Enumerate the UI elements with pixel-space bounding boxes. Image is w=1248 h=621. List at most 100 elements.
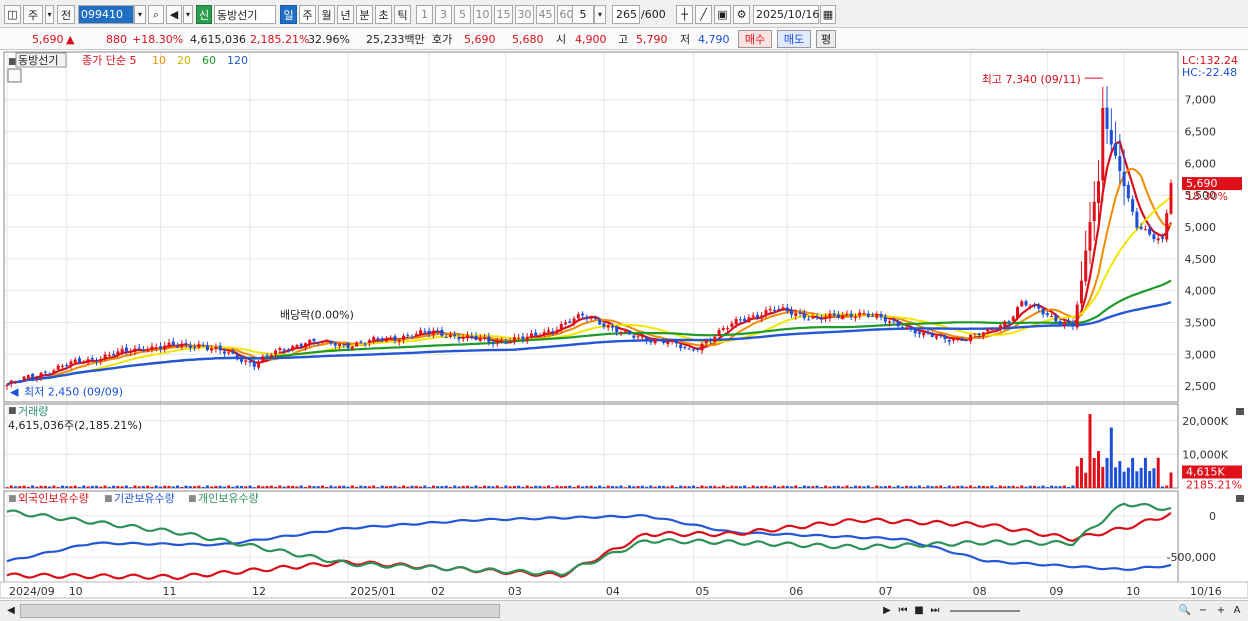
candle-body bbox=[794, 313, 798, 316]
save-icon[interactable]: ▣ bbox=[714, 5, 731, 24]
candle-body bbox=[546, 330, 550, 332]
period-second[interactable]: 초 bbox=[375, 5, 392, 24]
interval-30[interactable]: 30 bbox=[515, 5, 534, 24]
sell-button[interactable]: 매도 bbox=[777, 30, 811, 48]
scroll-right-icon[interactable]: ▶ bbox=[880, 604, 894, 618]
volume-menu-icon: ■ bbox=[8, 406, 17, 416]
interval-3[interactable]: 3 bbox=[435, 5, 452, 24]
volume-bar bbox=[141, 486, 145, 488]
zoom-out-icon[interactable]: − bbox=[1196, 604, 1210, 618]
holdings-tick-label: -500,000 bbox=[1167, 551, 1216, 564]
period-year[interactable]: 년 bbox=[337, 5, 354, 24]
count-total: /600 bbox=[641, 8, 666, 21]
volume-bar bbox=[39, 485, 43, 488]
candle-body bbox=[393, 336, 397, 341]
candle-body bbox=[350, 346, 354, 350]
candle-body bbox=[606, 325, 610, 328]
search-icon[interactable]: ⌕ bbox=[148, 5, 164, 24]
candle-body bbox=[649, 339, 653, 343]
volume-bar bbox=[755, 486, 759, 488]
volume-bar bbox=[875, 485, 879, 488]
code-input[interactable]: 099410 bbox=[78, 5, 134, 24]
volume-bar bbox=[1131, 457, 1135, 488]
volume-bar bbox=[581, 486, 585, 488]
candle-body bbox=[120, 348, 124, 353]
period-tick[interactable]: 틱 bbox=[394, 5, 411, 24]
candle-body bbox=[559, 324, 563, 331]
volume-bar bbox=[687, 486, 691, 488]
interval-dropdown-icon[interactable]: ▾ bbox=[594, 5, 606, 24]
volume-bar bbox=[568, 485, 572, 488]
first-page-icon[interactable]: ⏮ bbox=[896, 604, 910, 618]
interval-45[interactable]: 45 bbox=[536, 5, 555, 24]
date-input[interactable]: 2025/10/16 bbox=[753, 5, 819, 24]
period-day[interactable]: 일 bbox=[280, 5, 297, 24]
buy-button[interactable]: 매수 bbox=[738, 30, 772, 48]
candle-body bbox=[1169, 183, 1173, 214]
volume-bar bbox=[871, 487, 875, 488]
volume-bar bbox=[760, 485, 764, 488]
volume-bar bbox=[291, 485, 295, 488]
candle-icon[interactable]: ┼ bbox=[676, 5, 693, 24]
volume-bar bbox=[414, 485, 418, 488]
candle-body bbox=[841, 315, 845, 320]
stop-icon[interactable]: ■ bbox=[912, 604, 926, 618]
candle-body bbox=[653, 339, 657, 344]
volume-bar bbox=[610, 486, 614, 488]
date-tick-label: 08 bbox=[973, 585, 987, 598]
scroll-left-icon[interactable]: ◀ bbox=[4, 604, 18, 618]
volume-bar bbox=[572, 486, 576, 488]
zoom-in-icon[interactable]: + bbox=[1214, 604, 1228, 618]
candle-body bbox=[811, 316, 815, 319]
toolbar: ◫ 주 ▾ 전 099410 ▾ ⌕ ◀ ▾ 신 동방선기 일 주 월 년 분 … bbox=[0, 0, 1248, 28]
candle-body bbox=[1092, 201, 1096, 222]
interval-10[interactable]: 10 bbox=[473, 5, 492, 24]
period-week[interactable]: 주 bbox=[299, 5, 316, 24]
interval-15[interactable]: 15 bbox=[494, 5, 513, 24]
candle-body bbox=[384, 337, 388, 342]
auto-scale-icon[interactable]: A bbox=[1230, 604, 1244, 618]
candle-body bbox=[670, 339, 674, 341]
volume-bar bbox=[112, 485, 116, 488]
volume-bar bbox=[308, 485, 312, 488]
market-dropdown-icon[interactable]: ▾ bbox=[45, 5, 54, 24]
candle-body bbox=[879, 314, 883, 318]
horizontal-scrollbar[interactable]: ◀ ▶ ⏮ ■ ⏭ 🔍 − + A bbox=[0, 600, 1248, 621]
current-price: 5,690 bbox=[32, 33, 64, 46]
scroll-thumb[interactable] bbox=[20, 604, 500, 618]
layout-icon[interactable]: ◫ bbox=[4, 5, 21, 24]
zoom-icon[interactable]: 🔍 bbox=[1178, 604, 1192, 618]
settings-icon[interactable]: ⚙ bbox=[733, 5, 750, 24]
candle-body bbox=[227, 352, 231, 354]
market-select[interactable]: 주 bbox=[23, 5, 43, 24]
last-page-icon[interactable]: ⏭ bbox=[928, 604, 942, 618]
count-input[interactable]: 265 bbox=[612, 5, 640, 24]
candle-body bbox=[917, 332, 921, 335]
candle-body bbox=[269, 354, 273, 357]
price-tick-label: 3,500 bbox=[1185, 316, 1217, 329]
candle-body bbox=[90, 358, 94, 360]
candle-body bbox=[444, 337, 448, 339]
eval-button[interactable]: 평 bbox=[816, 30, 836, 48]
zoom-slider[interactable] bbox=[950, 610, 1020, 612]
period-month[interactable]: 월 bbox=[318, 5, 335, 24]
calendar-icon[interactable]: ▦ bbox=[820, 5, 836, 24]
interval-input[interactable]: 5 bbox=[572, 5, 594, 24]
interval-5[interactable]: 5 bbox=[454, 5, 471, 24]
candle-body bbox=[39, 372, 43, 378]
prev-button[interactable]: 전 bbox=[57, 5, 75, 24]
volume-bar bbox=[222, 486, 226, 488]
interval-1[interactable]: 1 bbox=[416, 5, 433, 24]
chart-tool-icon[interactable]: ╱ bbox=[695, 5, 712, 24]
candle-body bbox=[973, 333, 977, 335]
candle-body bbox=[751, 315, 755, 317]
chart-canvas[interactable]: 2,5003,0003,5004,0004,5005,0005,5006,000… bbox=[0, 50, 1248, 600]
candle-body bbox=[1011, 316, 1015, 321]
volume-bar bbox=[883, 485, 887, 488]
candle-body bbox=[512, 337, 516, 343]
period-minute[interactable]: 분 bbox=[356, 5, 373, 24]
candle-body bbox=[240, 358, 244, 362]
code-dropdown-icon[interactable]: ▾ bbox=[134, 5, 146, 24]
speaker-dropdown-icon[interactable]: ▾ bbox=[183, 5, 193, 24]
speaker-icon[interactable]: ◀ bbox=[166, 5, 182, 24]
